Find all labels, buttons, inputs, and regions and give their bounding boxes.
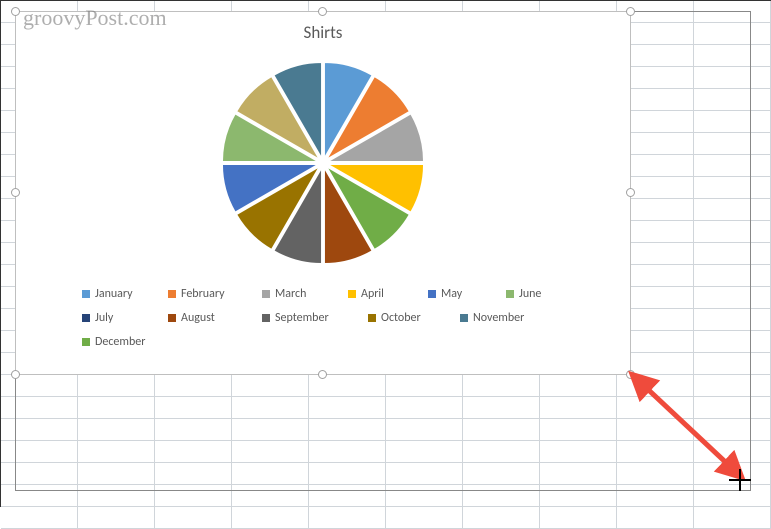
resize-handle-bottom-center[interactable] <box>318 370 327 379</box>
legend-item-september: September <box>262 311 368 325</box>
legend-item-august: August <box>168 311 262 325</box>
legend-label: December <box>95 335 145 349</box>
legend-item-december: December <box>82 335 172 349</box>
legend-swatch-icon <box>460 314 468 322</box>
legend-label: March <box>275 287 306 301</box>
legend-item-january: January <box>82 287 168 301</box>
legend-swatch-icon <box>82 314 90 322</box>
pie-plot-area[interactable] <box>16 49 630 283</box>
resize-handle-top-right[interactable] <box>626 7 635 16</box>
chart-object[interactable]: Shirts January February March April May … <box>15 11 631 375</box>
legend-swatch-icon <box>506 290 514 298</box>
legend-swatch-icon <box>168 290 176 298</box>
legend-swatch-icon <box>428 290 436 298</box>
legend-item-april: April <box>348 287 428 301</box>
legend-item-november: November <box>460 311 564 325</box>
legend-label: February <box>181 287 225 301</box>
resize-handle-middle-left[interactable] <box>11 188 20 197</box>
legend-item-july: July <box>82 311 168 325</box>
legend-swatch-icon <box>168 314 176 322</box>
legend-label: June <box>519 287 541 301</box>
legend-label: September <box>275 311 329 325</box>
legend-swatch-icon <box>82 290 90 298</box>
legend-label: July <box>95 311 113 325</box>
resize-handle-middle-right[interactable] <box>626 188 635 197</box>
resize-handle-top-left[interactable] <box>11 7 20 16</box>
legend-label: April <box>361 287 384 301</box>
resize-handle-bottom-right[interactable] <box>626 370 635 379</box>
legend-label: November <box>473 311 524 325</box>
legend-label: May <box>441 287 462 301</box>
legend-swatch-icon <box>368 314 376 322</box>
legend-label: October <box>381 311 421 325</box>
resize-handle-bottom-left[interactable] <box>11 370 20 379</box>
legend-swatch-icon <box>262 314 270 322</box>
legend-item-june: June <box>506 287 576 301</box>
legend-item-october: October <box>368 311 460 325</box>
legend-swatch-icon <box>82 338 90 346</box>
legend-swatch-icon <box>348 290 356 298</box>
legend-item-may: May <box>428 287 506 301</box>
chart-legend[interactable]: January February March April May June Ju… <box>16 283 630 359</box>
legend-label: August <box>181 311 215 325</box>
chart-title[interactable]: Shirts <box>16 12 630 49</box>
resize-handle-top-center[interactable] <box>318 7 327 16</box>
legend-item-march: March <box>262 287 348 301</box>
legend-item-february: February <box>168 287 262 301</box>
legend-label: January <box>95 287 133 301</box>
pie-chart <box>209 49 437 277</box>
legend-swatch-icon <box>262 290 270 298</box>
